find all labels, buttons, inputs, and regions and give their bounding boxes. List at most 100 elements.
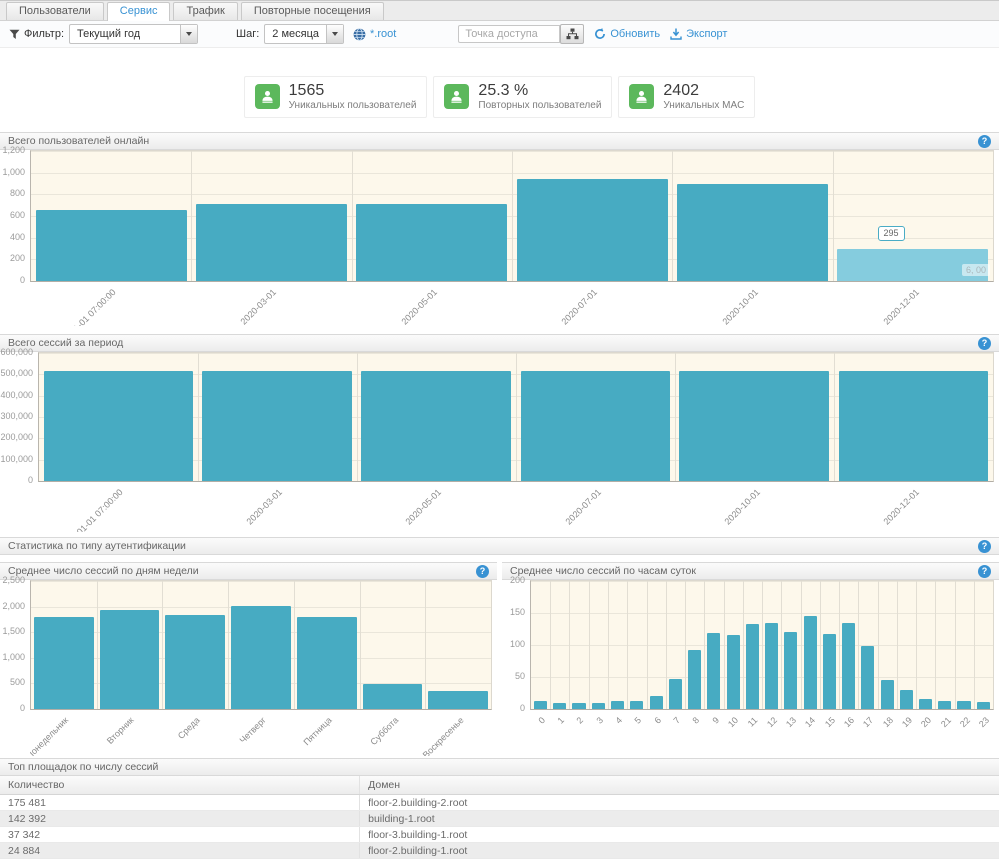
bar-13[interactable] bbox=[784, 632, 797, 709]
step-select-value: 2 месяца bbox=[265, 25, 326, 43]
bar-Вторник[interactable] bbox=[100, 610, 160, 709]
grid-line bbox=[834, 353, 835, 481]
bar-14[interactable] bbox=[804, 616, 817, 709]
tab-users[interactable]: Пользователи bbox=[6, 2, 104, 20]
step-label: Шаг: bbox=[236, 28, 259, 40]
y-tick-label: 200 bbox=[510, 575, 525, 585]
y-tick-label: 500,000 bbox=[0, 368, 33, 378]
tab-traffic[interactable]: Трафик bbox=[173, 2, 237, 20]
bar-2020-01-01 07:00:00[interactable] bbox=[36, 210, 187, 281]
bar-1[interactable] bbox=[553, 703, 566, 709]
bar-18[interactable] bbox=[881, 680, 894, 709]
table-row[interactable]: 142 392 building-1.root bbox=[0, 811, 999, 827]
filter-select-value: Текущий год bbox=[70, 25, 180, 43]
count-cell: 142 392 bbox=[0, 811, 360, 827]
step-select[interactable]: 2 месяца bbox=[264, 24, 344, 44]
help-icon[interactable] bbox=[978, 135, 991, 148]
bar-Суббота[interactable] bbox=[363, 684, 423, 709]
grid-line bbox=[743, 581, 744, 709]
column-header-count[interactable]: Количество bbox=[0, 776, 360, 795]
bar-6[interactable] bbox=[650, 696, 663, 709]
hourly-sessions-chart: 501001502000 012345678910111213141516171… bbox=[502, 580, 999, 732]
table-row[interactable]: 175 481 floor-2.building-2.root bbox=[0, 795, 999, 811]
bar-2020-05-01[interactable] bbox=[361, 371, 511, 482]
bar-12[interactable] bbox=[765, 623, 778, 709]
bar-Понедельник[interactable] bbox=[34, 617, 94, 709]
sitemap-button[interactable] bbox=[560, 24, 584, 44]
grid-line bbox=[935, 581, 936, 709]
bar-20[interactable] bbox=[919, 699, 932, 709]
bar-2020-01-01 07:00:00[interactable] bbox=[44, 371, 194, 482]
help-icon[interactable] bbox=[476, 565, 489, 578]
y-tick-label: 0 bbox=[28, 475, 33, 485]
bar-Среда[interactable] bbox=[165, 615, 225, 709]
filter-select[interactable]: Текущий год bbox=[69, 24, 198, 44]
dashboard-page: Пользователи Сервис Трафик Повторные пос… bbox=[0, 0, 999, 859]
sessions-chart: 100,000200,000300,000400,000500,000600,0… bbox=[0, 352, 999, 532]
y-tick-label: 400,000 bbox=[0, 390, 33, 400]
bar-17[interactable] bbox=[861, 646, 874, 709]
bar-2[interactable] bbox=[572, 703, 585, 709]
bar-2020-05-01[interactable] bbox=[356, 204, 507, 281]
help-icon[interactable] bbox=[978, 337, 991, 350]
y-tick-label: 150 bbox=[510, 607, 525, 617]
bar-22[interactable] bbox=[957, 701, 970, 709]
help-icon[interactable] bbox=[978, 565, 991, 578]
bar-15[interactable] bbox=[823, 634, 836, 709]
bar-2020-10-01[interactable] bbox=[679, 371, 829, 482]
stat-card-unique-users: 1565 Уникальных пользователей bbox=[244, 76, 428, 118]
bar-4[interactable] bbox=[611, 701, 624, 709]
y-tick-label: 1,000 bbox=[2, 167, 25, 177]
panel-hourly-sessions: Среднее число сессий по часам суток 5010… bbox=[502, 562, 999, 732]
table-row[interactable]: 24 884 floor-2.building-1.root bbox=[0, 843, 999, 859]
bar-Пятница[interactable] bbox=[297, 617, 357, 709]
tab-repeat-visits[interactable]: Повторные посещения bbox=[241, 2, 384, 20]
stat-label: Повторных пользователей bbox=[478, 100, 601, 111]
y-tick-label: 1,500 bbox=[2, 626, 25, 636]
bar-9[interactable] bbox=[707, 633, 720, 709]
bar-2020-03-01[interactable] bbox=[196, 204, 347, 281]
bar-19[interactable] bbox=[900, 690, 913, 709]
grid-line bbox=[724, 581, 725, 709]
plot-area: 2956, 00 bbox=[30, 150, 994, 282]
table-row[interactable]: 37 342 floor-3.building-1.root bbox=[0, 827, 999, 843]
export-link[interactable]: Экспорт bbox=[670, 28, 727, 40]
bar-5[interactable] bbox=[630, 701, 643, 709]
root-domain-link[interactable]: *.root bbox=[370, 28, 396, 40]
help-icon[interactable] bbox=[978, 540, 991, 553]
grid-line bbox=[878, 581, 879, 709]
domain-cell: floor-2.building-2.root bbox=[360, 795, 999, 811]
bar-Воскресенье[interactable] bbox=[428, 691, 488, 709]
panel-title: Среднее число сессий по часам суток bbox=[510, 565, 696, 577]
bar-2020-10-01[interactable] bbox=[677, 184, 828, 282]
tab-service[interactable]: Сервис bbox=[107, 2, 171, 21]
y-tick-label: 0 bbox=[20, 275, 25, 285]
bar-10[interactable] bbox=[727, 635, 740, 709]
bar-16[interactable] bbox=[842, 623, 855, 709]
bar-2020-07-01[interactable] bbox=[521, 371, 671, 482]
plot-area bbox=[530, 580, 994, 710]
bar-3[interactable] bbox=[592, 703, 605, 709]
bar-11[interactable] bbox=[746, 624, 759, 709]
grid-line bbox=[704, 581, 705, 709]
access-point-input[interactable] bbox=[458, 25, 560, 43]
panel-header: Среднее число сессий по дням недели bbox=[0, 562, 497, 580]
bar-8[interactable] bbox=[688, 650, 701, 709]
bar-2020-12-01[interactable] bbox=[839, 371, 989, 482]
auth-section-header[interactable]: Статистика по типу аутентификации bbox=[0, 537, 999, 555]
refresh-link[interactable]: Обновить bbox=[594, 28, 660, 40]
bar-21[interactable] bbox=[938, 701, 951, 709]
bar-0[interactable] bbox=[534, 701, 547, 709]
column-header-domain[interactable]: Домен bbox=[360, 776, 999, 795]
filter-icon bbox=[9, 29, 20, 40]
x-axis: 01234567891011121314151617181920212223 bbox=[530, 710, 994, 732]
x-axis: 2020-01-01 07:00:002020-03-012020-05-012… bbox=[38, 482, 994, 532]
bar-7[interactable] bbox=[669, 679, 682, 709]
bar-23[interactable] bbox=[977, 702, 990, 709]
bar-2020-07-01[interactable] bbox=[517, 179, 668, 281]
bar-Четверг[interactable] bbox=[231, 606, 291, 709]
bar-2020-03-01[interactable] bbox=[202, 371, 352, 482]
grid-line bbox=[550, 581, 551, 709]
crosshair-value: 6, 00 bbox=[962, 264, 990, 276]
grid-line bbox=[589, 581, 590, 709]
